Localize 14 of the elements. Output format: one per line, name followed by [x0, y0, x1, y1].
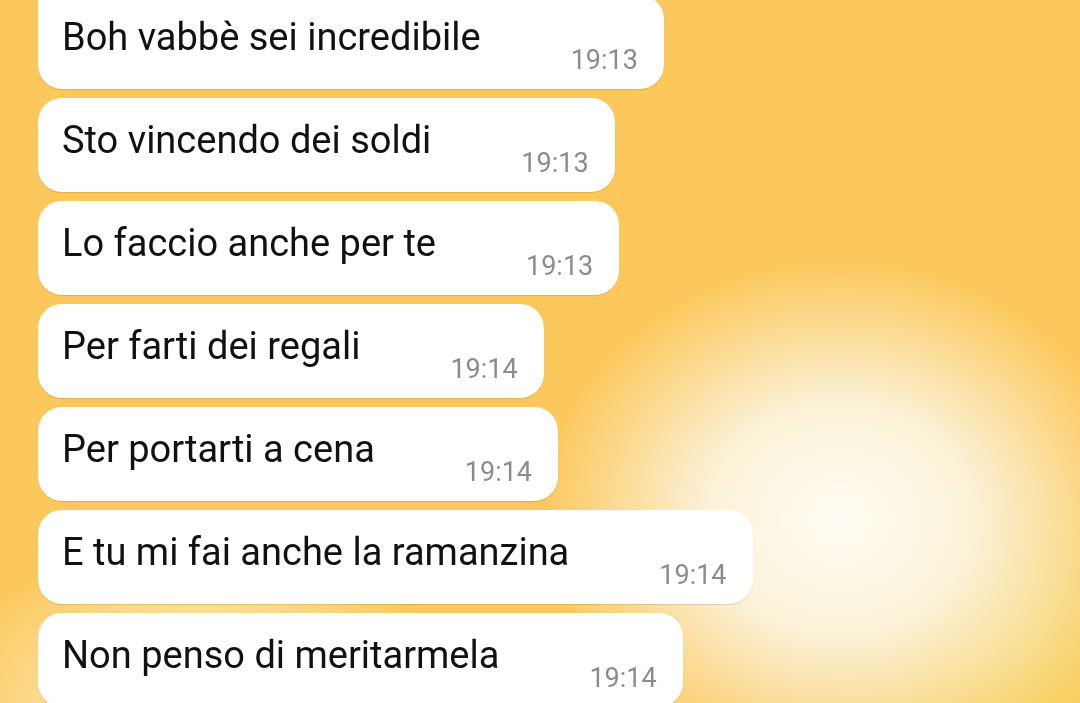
message-time: 19:14	[464, 456, 533, 488]
message-text: E tu mi fai anche la ramanzina	[62, 529, 570, 575]
message-time: 19:13	[570, 44, 638, 76]
message-text: Sto vincendo dei soldi	[62, 117, 432, 163]
message-time: 19:13	[526, 250, 594, 282]
message-time: 19:14	[589, 662, 657, 694]
message-time: 19:13	[521, 147, 589, 179]
message-text: Per portarti a cena	[62, 426, 375, 472]
message-text: Lo faccio anche per te	[62, 220, 436, 266]
message-text: Per farti dei regali	[62, 323, 361, 369]
message-text: Boh vabbè sei incredibile	[62, 14, 481, 60]
message-time: 19:14	[659, 559, 727, 591]
message-time: 19:14	[450, 353, 518, 385]
message-text: Non penso di meritarmela	[62, 632, 500, 678]
